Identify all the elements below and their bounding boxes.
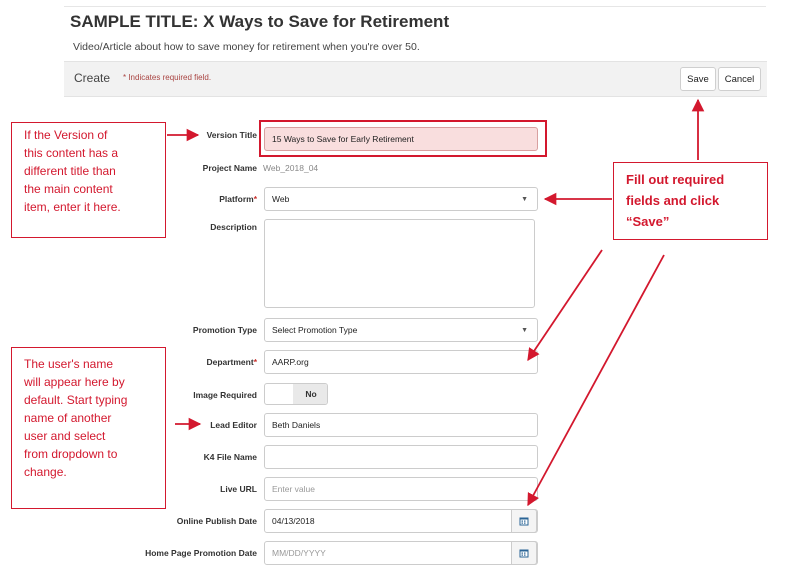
- live-url-input[interactable]: Enter value: [264, 477, 538, 501]
- image-required-toggle-label: No: [293, 384, 327, 404]
- platform-label: Platform*: [219, 194, 257, 204]
- version-title-input[interactable]: 15 Ways to Save for Early Retirement: [264, 127, 538, 151]
- k4-file-name-input[interactable]: [264, 445, 538, 469]
- callout-line: default. Start typing: [24, 393, 128, 407]
- create-label: Create: [74, 71, 111, 85]
- image-required-label: Image Required: [193, 390, 257, 400]
- image-required-toggle[interactable]: No: [264, 383, 328, 405]
- home-page-promotion-date-placeholder: MM/DD/YYYY: [272, 548, 326, 558]
- promotion-type-label: Promotion Type: [192, 325, 257, 335]
- department-label: Department*: [206, 357, 257, 367]
- online-publish-date-input[interactable]: 04/13/2018: [264, 509, 538, 533]
- callout-line: fields and click: [626, 193, 720, 208]
- description-label: Description: [210, 222, 257, 232]
- platform-select[interactable]: Web ▼: [264, 187, 538, 211]
- callout-line: different title than: [24, 164, 116, 178]
- department-input[interactable]: AARP.org: [264, 350, 538, 374]
- callout-line: If the Version of: [24, 128, 108, 142]
- callout-line: Fill out required: [626, 172, 725, 187]
- top-divider: [64, 6, 766, 7]
- required-field-note: * Indicates required field.: [123, 73, 212, 82]
- cancel-button[interactable]: Cancel: [718, 67, 761, 91]
- callout-line: from dropdown to: [24, 447, 118, 461]
- calendar-icon: [519, 517, 529, 526]
- callout-line: this content has a: [24, 146, 119, 160]
- caret-down-icon: ▼: [521, 327, 528, 334]
- required-star: *: [253, 194, 257, 204]
- lead-editor-callout: The user's name will appear here by defa…: [11, 347, 166, 509]
- caret-down-icon: ▼: [521, 196, 528, 203]
- version-title-callout: If the Version of this content has a dif…: [11, 122, 166, 238]
- callout-line: user and select: [24, 429, 106, 443]
- callout-line: name of another: [24, 411, 112, 425]
- page-title: SAMPLE TITLE: X Ways to Save for Retirem…: [70, 12, 450, 31]
- callout-line: item, enter it here.: [24, 200, 121, 214]
- home-page-promotion-date-input[interactable]: MM/DD/YYYY: [264, 541, 538, 565]
- project-name-value: Web_2018_04: [263, 163, 319, 173]
- online-publish-date-label: Online Publish Date: [176, 516, 257, 526]
- save-instruction-callout: Fill out required fields and click “Save…: [613, 162, 768, 240]
- version-title-label: Version Title: [206, 130, 257, 140]
- page-subtitle: Video/Article about how to save money fo…: [73, 41, 420, 53]
- promotion-type-select[interactable]: Select Promotion Type ▼: [264, 318, 538, 342]
- project-name-label: Project Name: [202, 163, 257, 173]
- callout-line: the main content: [24, 182, 113, 196]
- description-textarea[interactable]: [264, 219, 535, 308]
- callout-line: The user's name: [24, 357, 113, 371]
- lead-editor-label: Lead Editor: [210, 420, 257, 430]
- lead-editor-input[interactable]: Beth Daniels: [264, 413, 538, 437]
- callout-line: change.: [24, 465, 67, 479]
- live-url-label: Live URL: [220, 484, 257, 494]
- home-page-promotion-date-label: Home Page Promotion Date: [145, 548, 257, 558]
- promotion-type-select-value: Select Promotion Type: [272, 325, 358, 335]
- save-button[interactable]: Save: [680, 67, 716, 91]
- platform-select-value: Web: [272, 194, 290, 204]
- required-star: *: [253, 357, 257, 367]
- callout-line: “Save”: [626, 214, 670, 229]
- arrow-to-publish-date: [527, 254, 665, 507]
- calendar-button[interactable]: [511, 541, 537, 565]
- arrow-to-department: [527, 249, 603, 362]
- k4-file-name-label: K4 File Name: [203, 452, 257, 462]
- online-publish-date-value: 04/13/2018: [272, 516, 315, 526]
- calendar-icon: [519, 549, 529, 558]
- callout-line: will appear here by: [24, 375, 125, 389]
- calendar-button[interactable]: [511, 509, 537, 533]
